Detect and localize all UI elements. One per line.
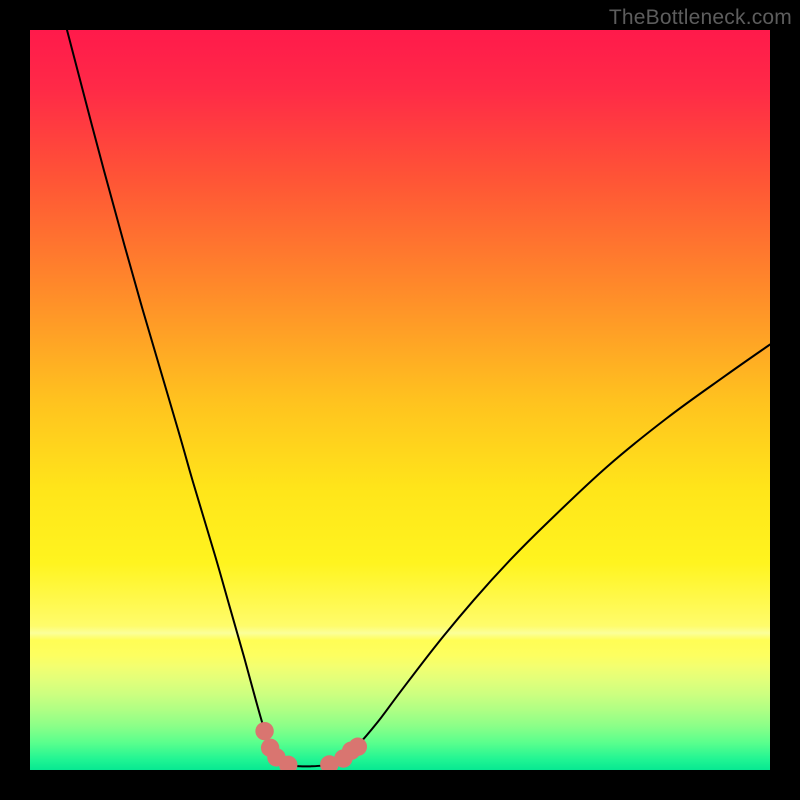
bottleneck-curve xyxy=(67,30,770,766)
marker-dot xyxy=(349,737,367,755)
watermark-text: TheBottleneck.com xyxy=(609,6,792,30)
curve-layer xyxy=(30,30,770,770)
marker-dot xyxy=(255,722,273,740)
plot-area xyxy=(30,30,770,770)
marker-dots xyxy=(255,722,367,770)
chart-frame: TheBottleneck.com xyxy=(0,0,800,800)
